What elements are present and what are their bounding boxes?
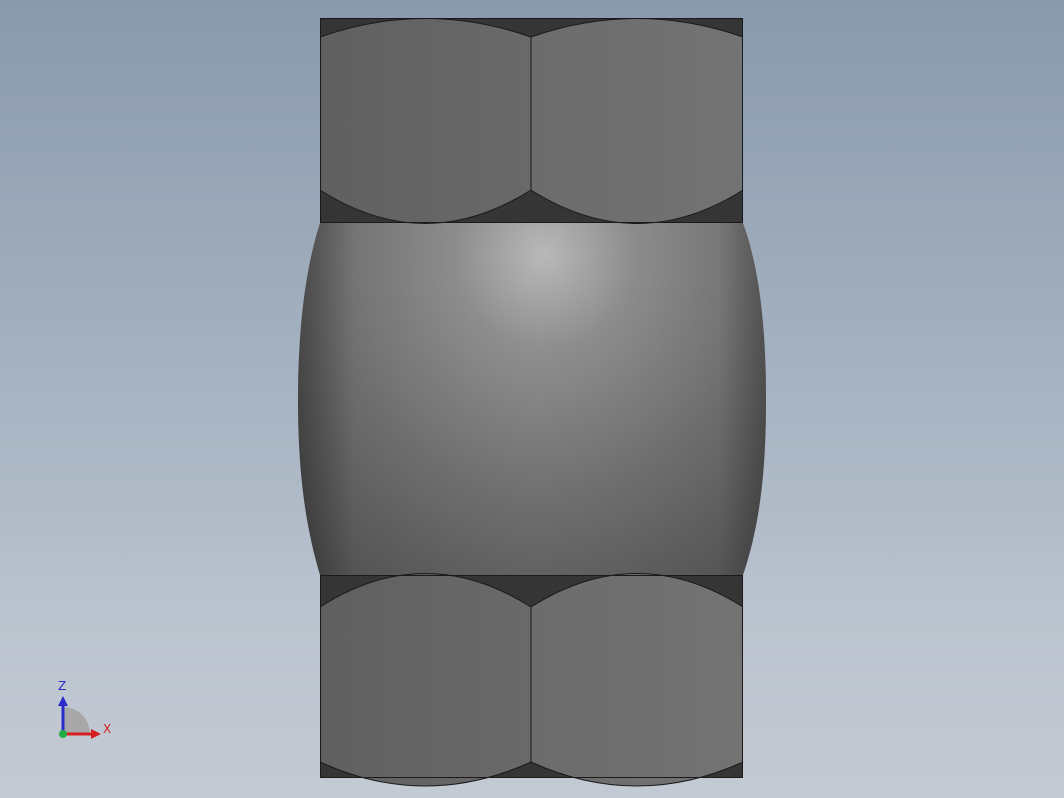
- x-axis-arrow-icon: [91, 729, 101, 739]
- spherical-body[interactable]: [298, 223, 766, 575]
- z-axis-label: Z: [58, 679, 67, 693]
- triad-plane-icon: [63, 707, 90, 734]
- graphics-viewport[interactable]: Z X: [0, 0, 1064, 798]
- x-axis-label: X: [103, 722, 112, 736]
- bottom-hex-nut[interactable]: [319, 573, 744, 787]
- origin-dot-icon: [59, 730, 67, 738]
- top-hex-nut[interactable]: [319, 18, 744, 224]
- z-axis-arrow-icon: [58, 696, 68, 706]
- model-view[interactable]: [0, 0, 1064, 798]
